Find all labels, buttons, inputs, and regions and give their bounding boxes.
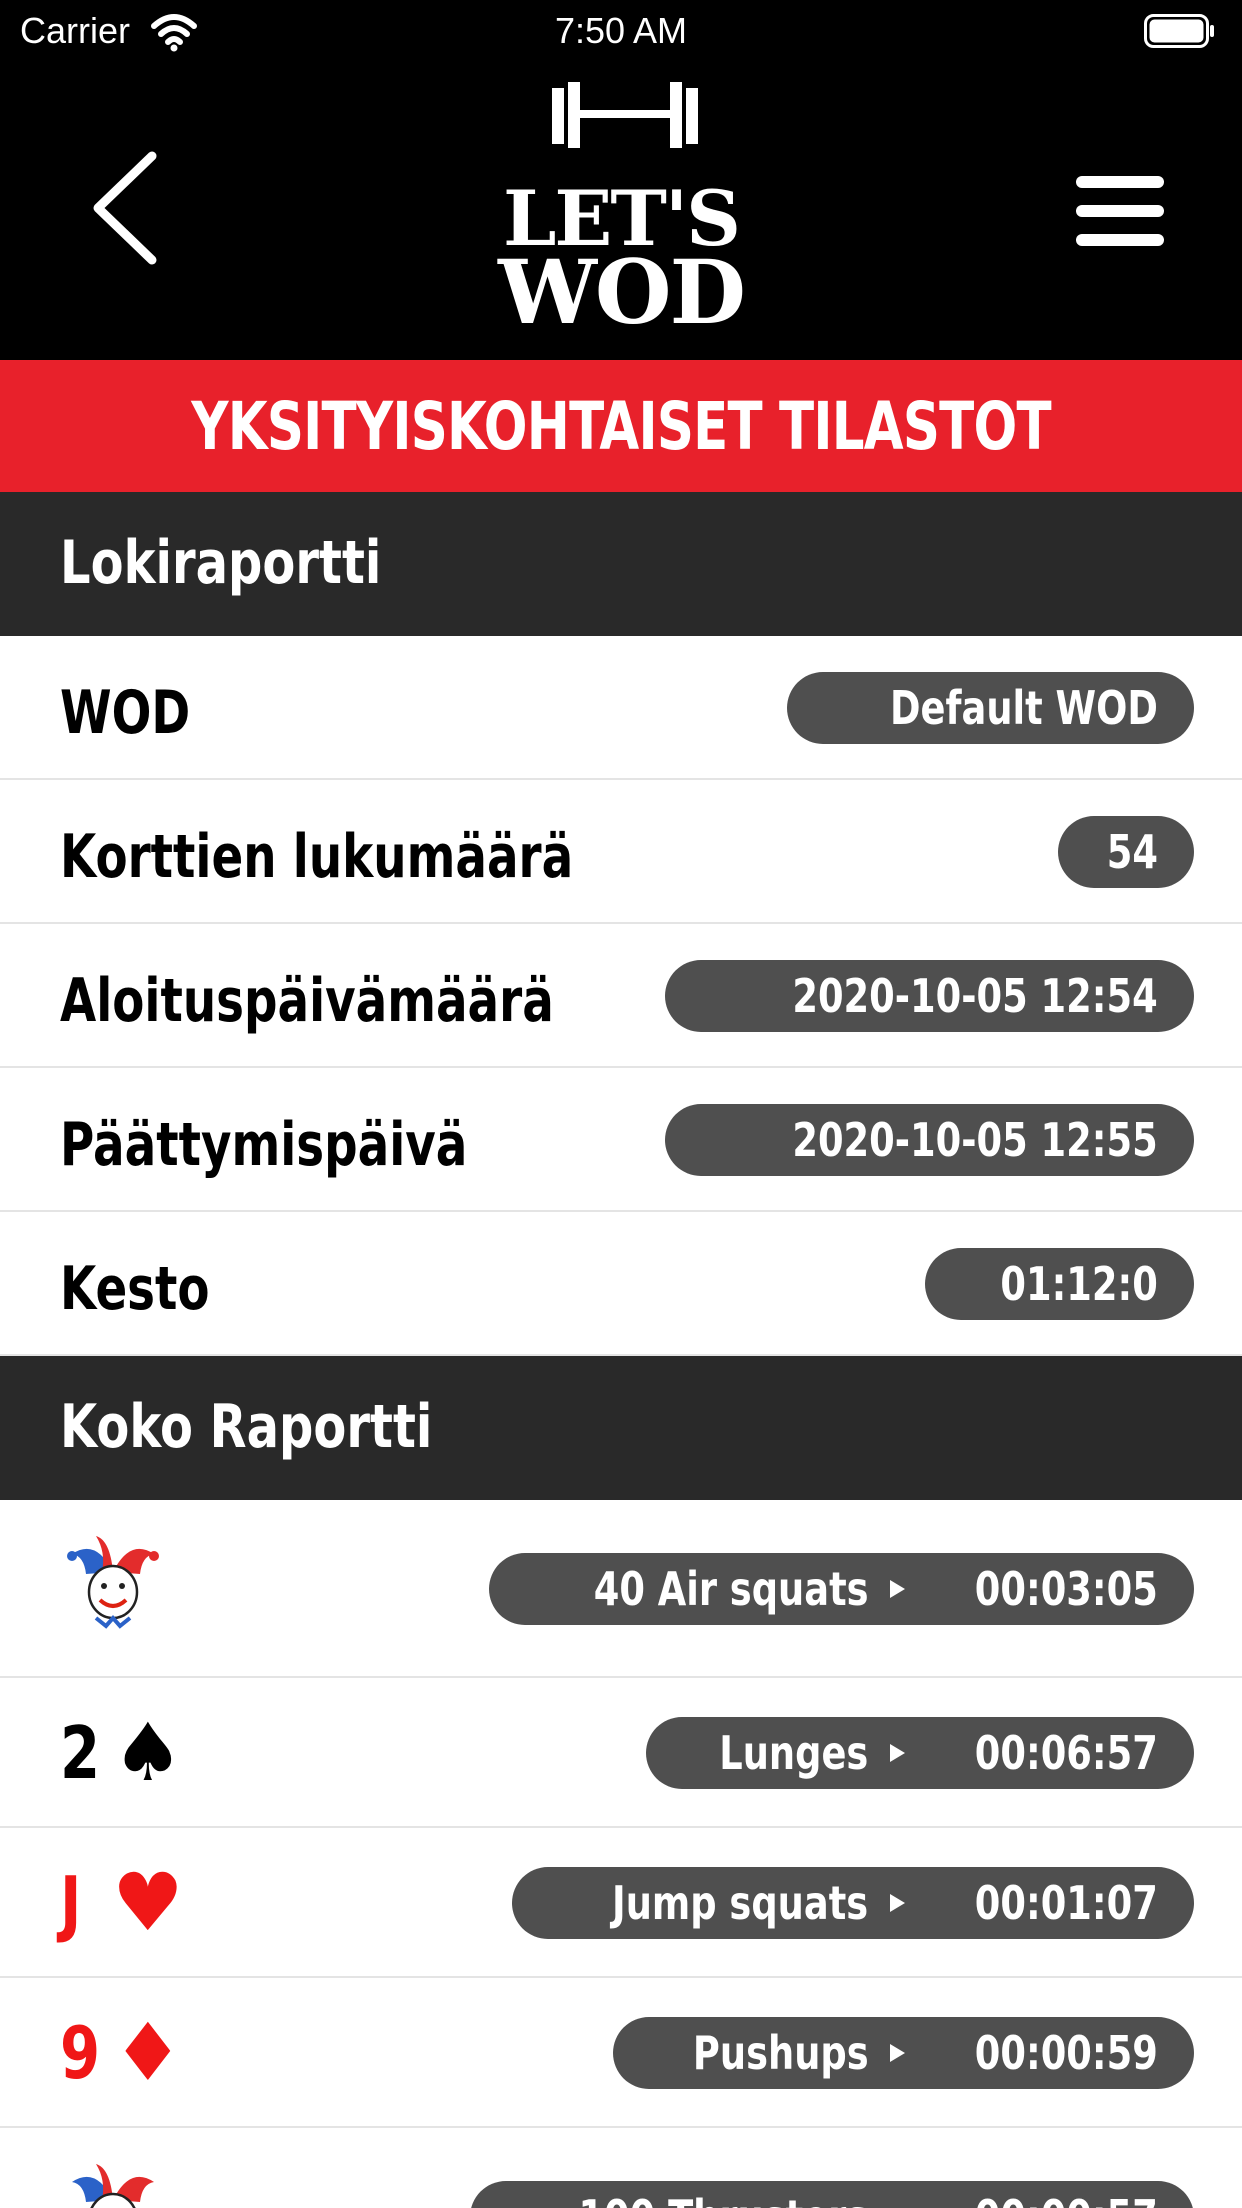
stat-value-badge: 01:12:0: [925, 1248, 1194, 1320]
joker-card-icon: [67, 1536, 159, 1629]
page-title-banner: YKSITYISKOHTAISET TILASTOT: [0, 360, 1242, 492]
playing-card: 2 ♠: [60, 1706, 184, 1799]
exercise-time-badge: 100 Thrusters 00:00:57: [469, 2181, 1194, 2208]
report-entry: 2 ♠ Lunges 00:06:57: [0, 1678, 1242, 1828]
stat-value-badge: Default WOD: [787, 672, 1194, 744]
battery-icon: [1144, 14, 1214, 48]
play-arrow-icon: [890, 1744, 906, 1762]
joker-card-icon: [72, 2164, 154, 2208]
spade-suit-icon: ♠: [112, 1706, 184, 1799]
exercise-time-badge: Pushups 00:00:59: [612, 2017, 1194, 2089]
hamburger-menu-icon[interactable]: [1076, 176, 1164, 246]
stat-row-card-count: Korttien lukumäärä 54: [0, 780, 1242, 924]
barbell-icon: [552, 82, 698, 148]
status-bar: Carrier 7:50 AM: [0, 0, 1242, 62]
stat-label: WOD: [60, 678, 191, 748]
stat-label: Aloituspäivämäärä: [60, 966, 554, 1036]
section-title: Koko Raportti: [60, 1392, 433, 1462]
report-entry: J ♥ Jump squats 00:01:07: [0, 1828, 1242, 1978]
exercise-time: 00:00:57: [975, 2190, 1158, 2208]
exercise-time-badge: 40 Air squats 00:03:05: [488, 1553, 1194, 1625]
stat-row-duration: Kesto 01:12:0: [0, 1212, 1242, 1356]
exercise-time-badge: Lunges 00:06:57: [645, 1717, 1194, 1789]
exercise-time: 00:06:57: [974, 1726, 1158, 1780]
stat-label: Päättymispäivä: [60, 1110, 468, 1180]
stat-row-wod: WOD Default WOD: [0, 636, 1242, 780]
logo-line-2: WOD: [498, 240, 746, 344]
exercise-time: 00:03:05: [974, 1562, 1158, 1616]
play-arrow-icon: [890, 1894, 906, 1912]
exercise-time: 00:01:07: [974, 1876, 1158, 1930]
playing-card: 9 ♦: [60, 2006, 184, 2099]
stat-row-start-date: Aloituspäivämäärä 2020-10-05 12:54: [0, 924, 1242, 1068]
heart-suit-icon: ♥: [112, 1856, 184, 1949]
navigation-bar: LET'S WOD: [0, 62, 1242, 360]
exercise-name: Jump squats: [611, 1876, 869, 1930]
section-header-full-report: Koko Raportti: [0, 1356, 1242, 1500]
section-header-log-report: Lokiraportti: [0, 492, 1242, 636]
stat-label: Kesto: [60, 1254, 210, 1324]
play-arrow-icon: [890, 2044, 906, 2062]
stat-label: Korttien lukumäärä: [60, 822, 574, 892]
lets-wod-logo: LET'S WOD: [480, 82, 762, 352]
exercise-name: 100 Thrusters: [578, 2190, 868, 2208]
diamond-suit-icon: ♦: [112, 2006, 184, 2099]
card-rank: 2: [60, 1710, 101, 1795]
back-chevron-icon[interactable]: [84, 148, 164, 268]
report-entry: 9 ♦ Pushups 00:00:59: [0, 1978, 1242, 2128]
stat-value-badge: 2020-10-05 12:54: [665, 960, 1194, 1032]
page-title: YKSITYISKOHTAISET TILASTOT: [191, 387, 1051, 465]
stat-row-end-date: Päättymispäivä 2020-10-05 12:55: [0, 1068, 1242, 1212]
report-entry: 40 Air squats 00:03:05: [0, 1500, 1242, 1678]
stat-value-badge: 54: [1057, 816, 1194, 888]
stat-value-badge: 2020-10-05 12:55: [665, 1104, 1194, 1176]
play-arrow-icon: [890, 1580, 906, 1598]
status-time: 7:50 AM: [554, 10, 688, 51]
exercise-name: Pushups: [692, 2026, 869, 2080]
card-rank: 9: [60, 2010, 101, 2095]
card-rank: J: [60, 1860, 82, 1945]
playing-card: J ♥: [60, 1856, 184, 1949]
exercise-name: 40 Air squats: [593, 1562, 869, 1616]
exercise-time-badge: Jump squats 00:01:07: [511, 1867, 1194, 1939]
exercise-time: 00:00:59: [974, 2026, 1158, 2080]
report-entry: 100 Thrusters 00:00:57: [0, 2128, 1242, 2208]
section-title: Lokiraportti: [60, 528, 382, 598]
exercise-name: Lunges: [719, 1726, 869, 1780]
